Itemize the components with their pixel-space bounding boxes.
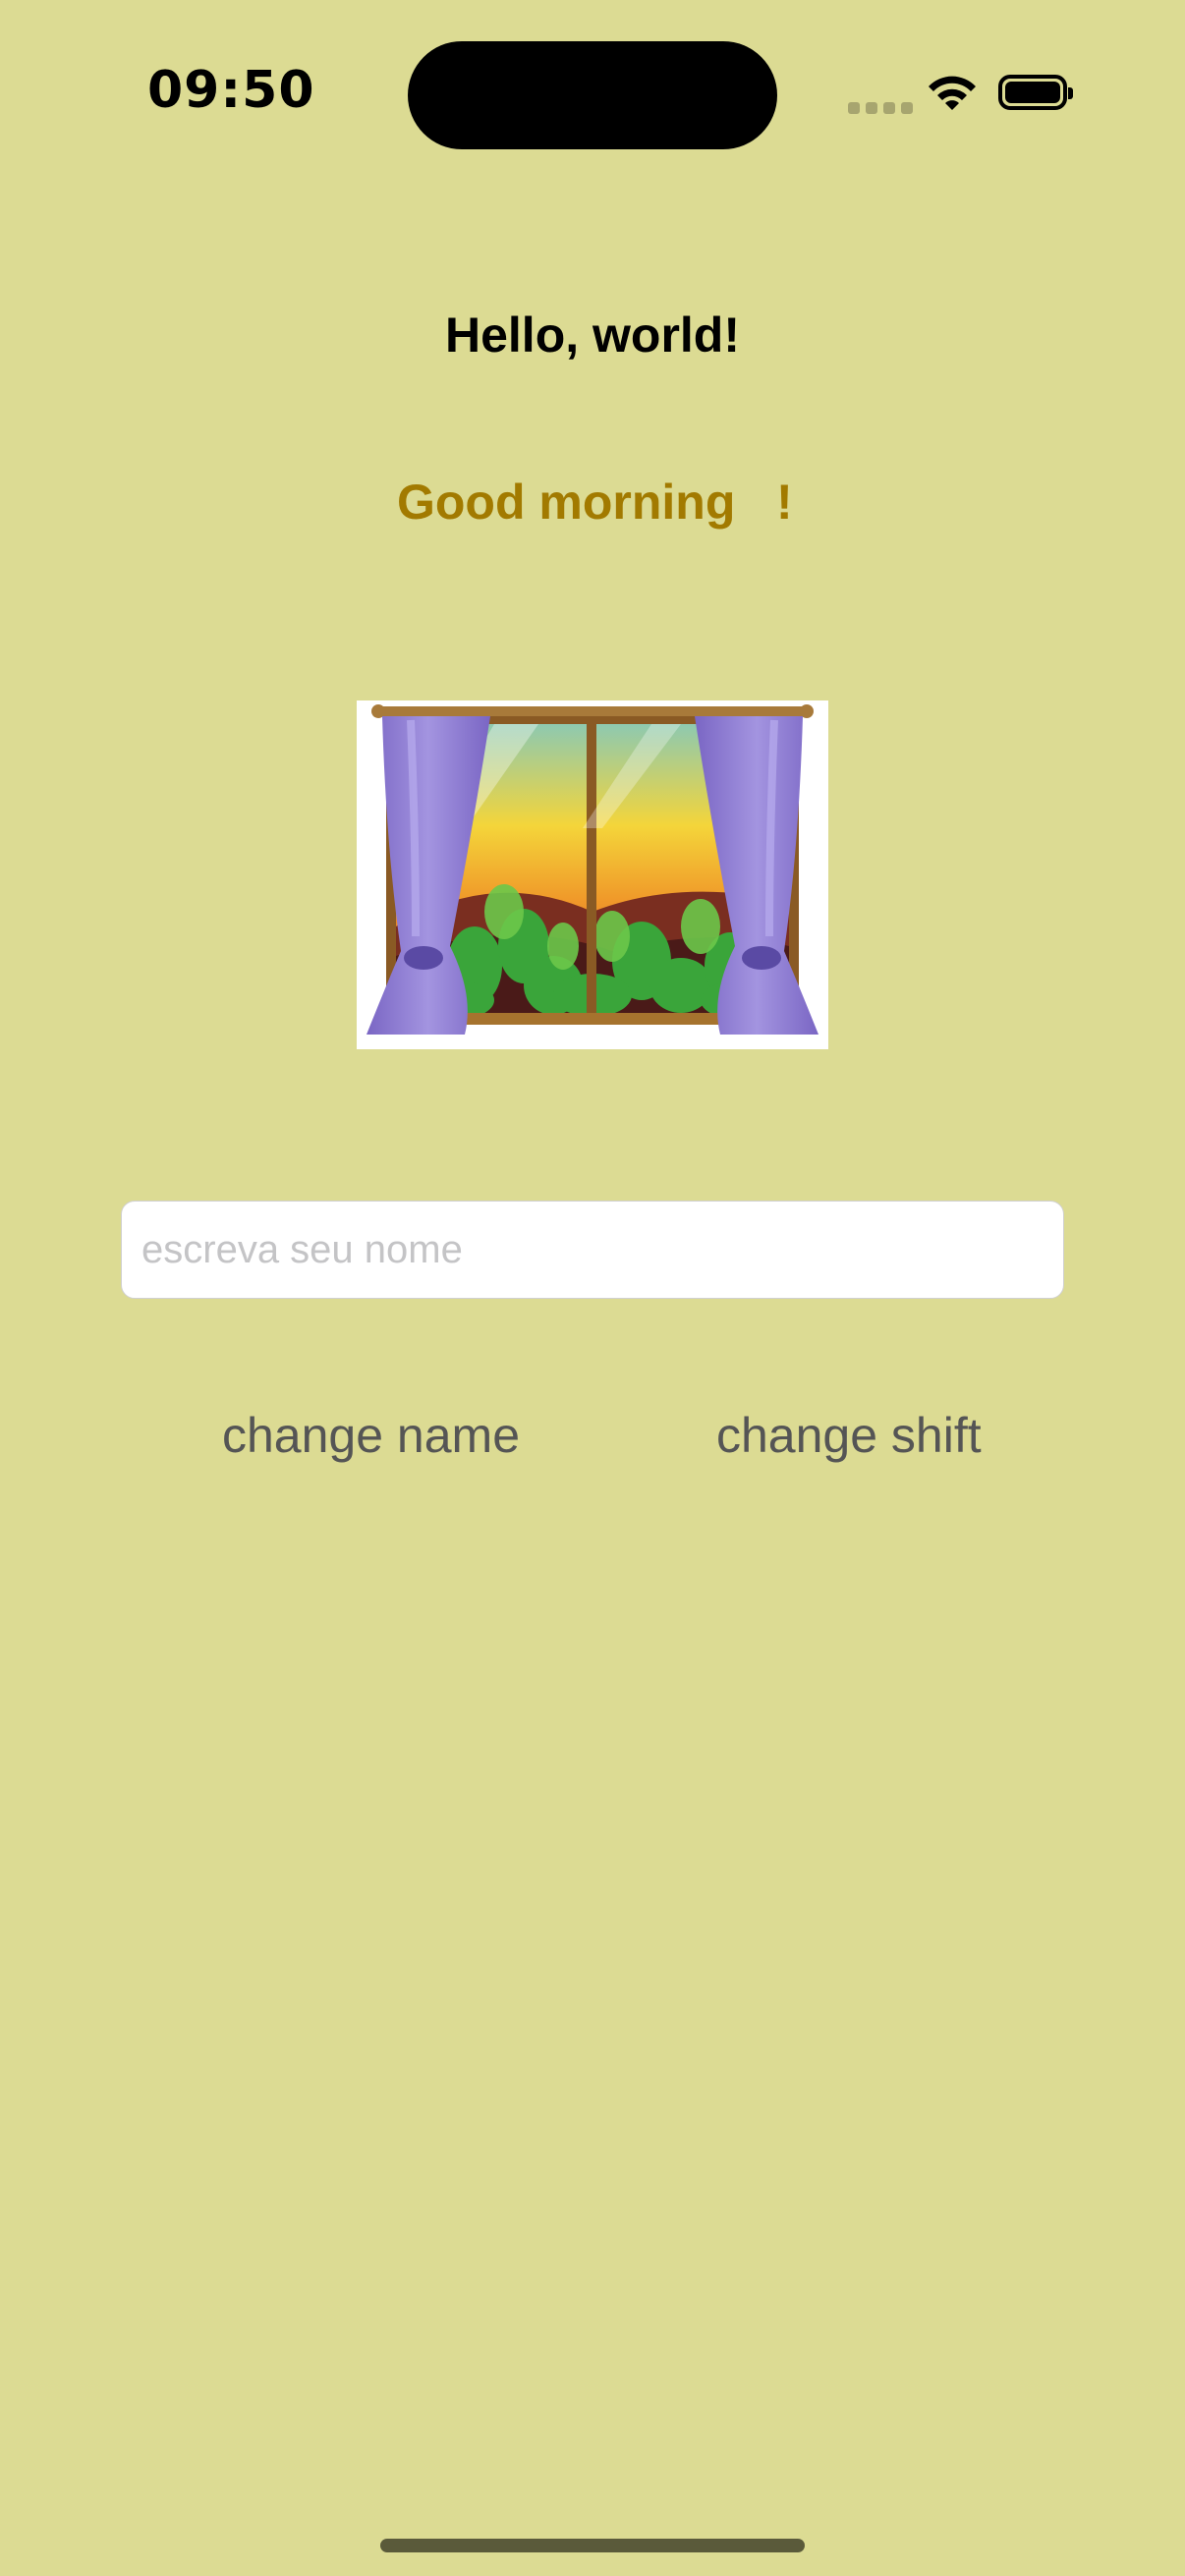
name-input[interactable] [121,1201,1064,1299]
change-name-button[interactable]: change name [222,1407,520,1464]
greeting-label: Good morning ! [397,475,793,530]
status-time: 09:50 [147,61,315,120]
change-shift-button[interactable]: change shift [716,1407,982,1464]
home-indicator[interactable] [380,2539,805,2552]
cellular-signal-icon [848,102,913,114]
battery-icon [998,75,1073,110]
dynamic-island [408,41,777,149]
page-title: Hello, world! [445,308,740,363]
wifi-icon [929,76,976,110]
window-illustration [357,700,828,1049]
